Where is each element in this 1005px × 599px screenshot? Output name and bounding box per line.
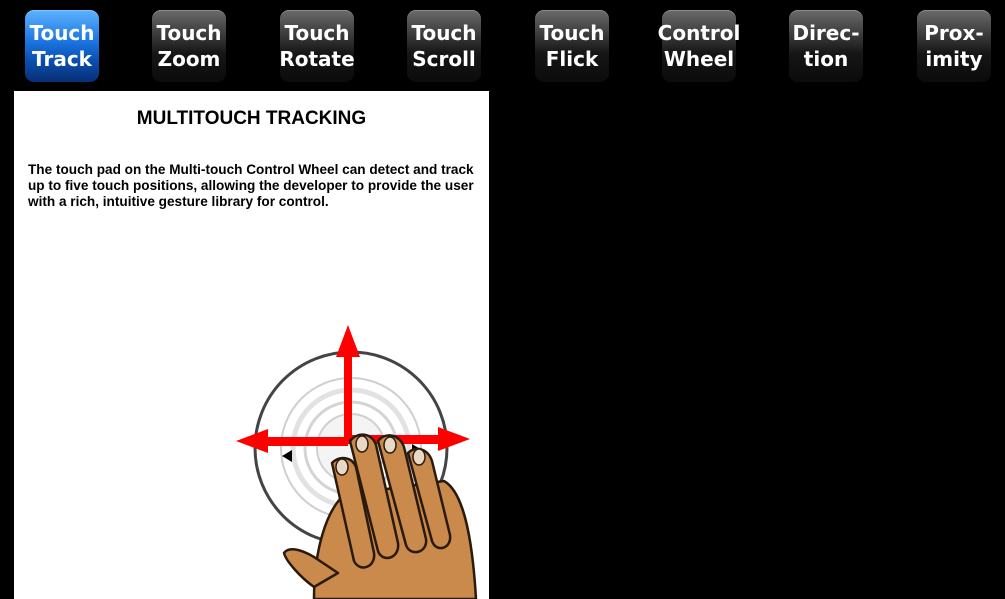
tab-touch-scroll[interactable]: Touch Scroll [407,10,481,82]
tab-touch-rotate[interactable]: Touch Rotate [279,10,355,82]
app-screen: Touch Track Touch Zoom Touch Rotate Touc… [0,0,1005,599]
tab-touch-flick[interactable]: Touch Flick [535,10,609,82]
tab-touch-zoom[interactable]: Touch Zoom [152,10,226,82]
multitouch-illustration [236,325,478,599]
tab-direction[interactable]: Direc- tion [789,10,863,82]
tab-proximity[interactable]: Prox- imity [917,10,991,82]
info-panel: MULTITOUCH TRACKING The touch pad on the… [14,91,489,599]
tab-control-wheel[interactable]: Control Wheel [658,10,740,82]
tab-touch-track[interactable]: Touch Track [25,10,99,82]
